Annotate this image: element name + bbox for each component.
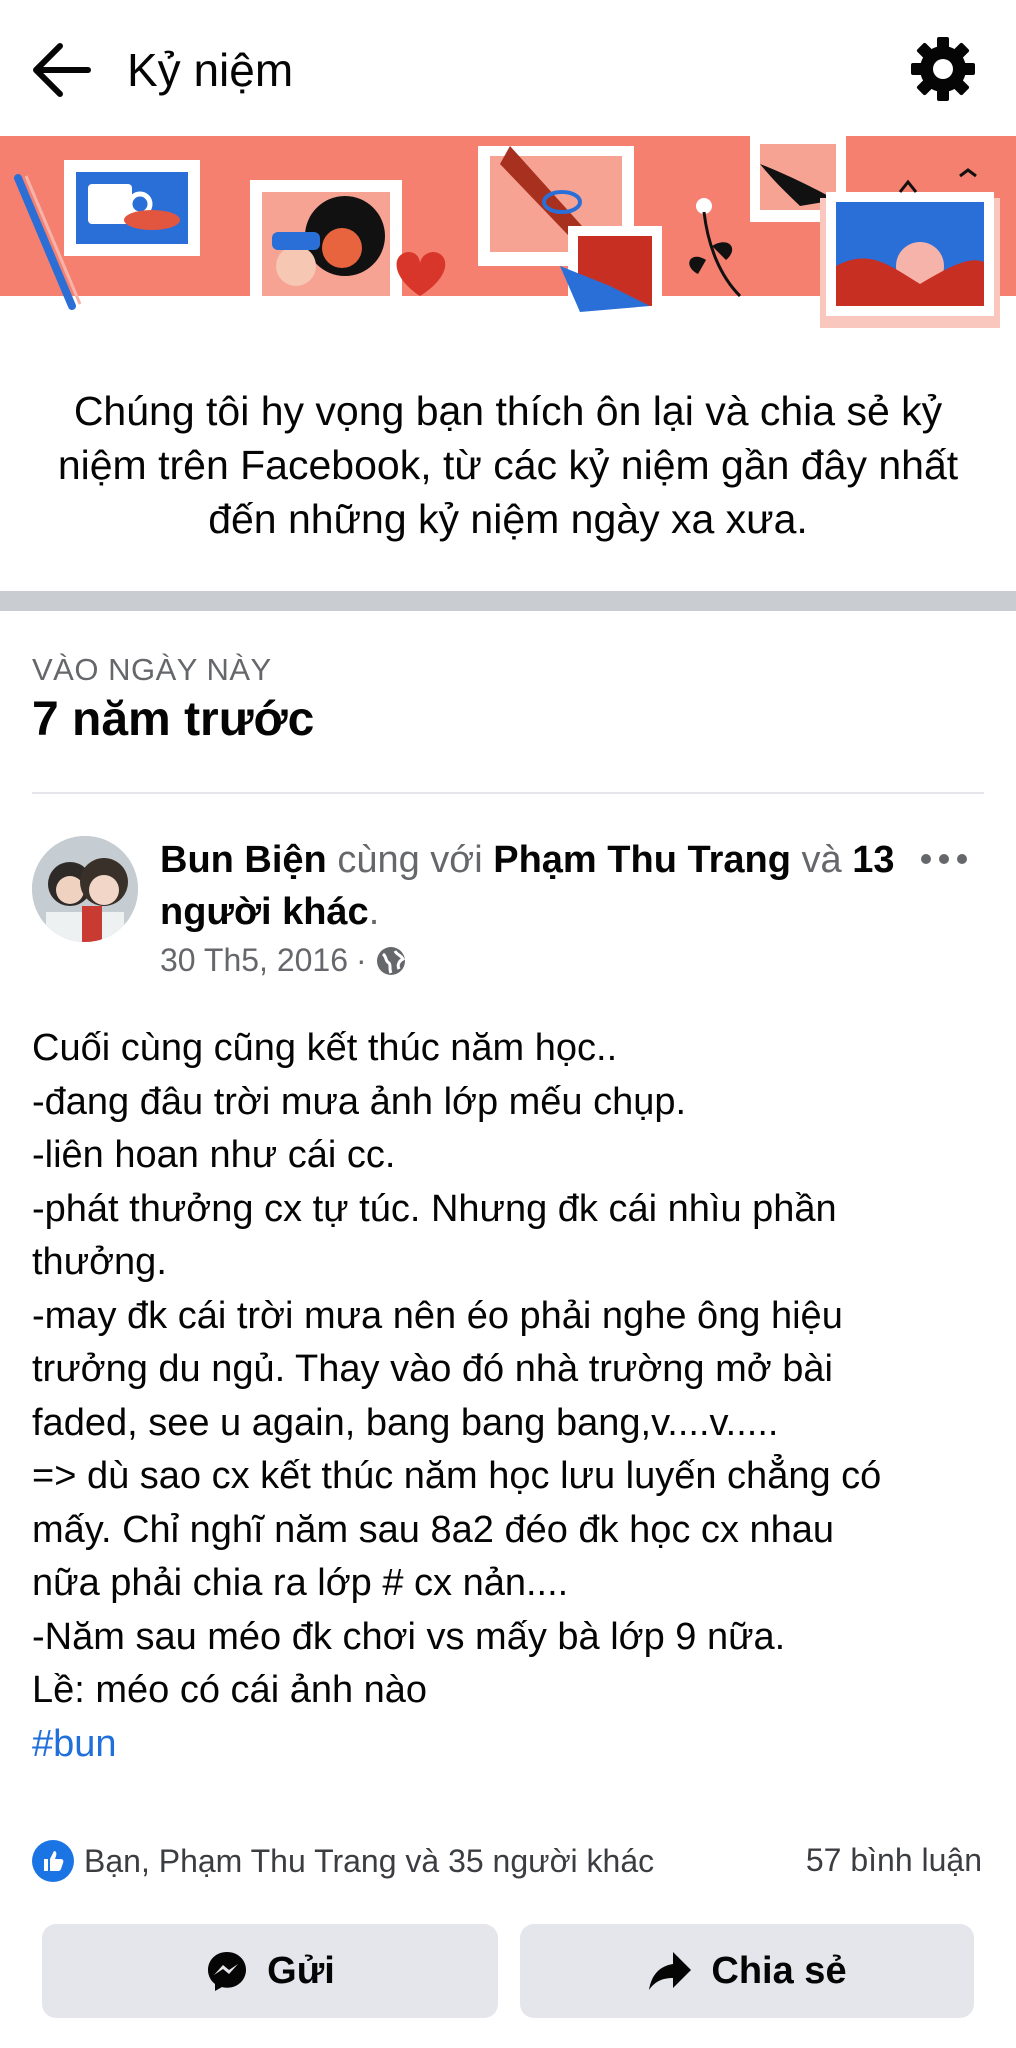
top-bar: Kỷ niệm: [0, 0, 1016, 136]
cup-photo: [64, 160, 200, 256]
post-meta: 30 Th5, 2016 ·: [160, 942, 407, 979]
author-name[interactable]: Bun Biện: [160, 839, 327, 881]
post-line: thưởng.: [32, 1241, 167, 1283]
post-line: -Năm sau méo đk chơi vs mấy bà lớp 9 nữa…: [32, 1615, 786, 1658]
share-label: Chia sẻ: [711, 1949, 847, 1992]
and-text: và: [801, 839, 842, 881]
post-line: -liên hoan như cái cc.: [32, 1134, 396, 1176]
post-date[interactable]: 30 Th5, 2016: [160, 942, 348, 979]
arrow-left-icon: [33, 43, 91, 97]
friends-photo: [250, 180, 402, 308]
back-button[interactable]: [30, 38, 94, 102]
more-options-button[interactable]: [918, 846, 970, 872]
more-dots-icon: [921, 854, 967, 864]
comments-count[interactable]: 57 bình luận: [806, 1842, 982, 1879]
post-line: trưởng du ngủ. Thay vào đó nhà trường mở…: [32, 1348, 833, 1390]
section-divider: [0, 591, 1016, 611]
post-line: faded, see u again, bang bang bang,v....…: [32, 1401, 779, 1444]
page-title: Kỷ niệm: [127, 44, 294, 96]
like-reaction-icon: [32, 1840, 74, 1882]
landscape-photo: [820, 168, 1000, 328]
messenger-icon: [208, 1952, 247, 1991]
memories-banner: [0, 136, 1016, 332]
period-text: .: [368, 891, 380, 933]
avatar[interactable]: [32, 836, 138, 942]
section-eyebrow: VÀO NGÀY NÀY: [32, 652, 272, 687]
send-label: Gửi: [267, 1949, 335, 1992]
memories-illustration: [0, 136, 1016, 332]
post-body: Cuối cùng cũng kết thúc năm học.. -đang …: [32, 1022, 992, 1771]
tagged-friend[interactable]: Phạm Thu Trang: [493, 839, 791, 881]
section-title: 7 năm trước: [32, 693, 315, 746]
reactions-summary[interactable]: Bạn, Phạm Thu Trang và 35 người khác: [32, 1836, 654, 1886]
post-line: Cuối cùng cũng kết thúc năm học..: [32, 1027, 618, 1069]
post-line: -phát thưởng cx tự túc. Nhưng đk cái nhì…: [32, 1187, 837, 1230]
avatar-photo: [32, 836, 138, 942]
post-line: Lề: méo có cái ảnh nào: [32, 1669, 428, 1711]
intro-text: Chúng tôi hy vọng bạn thích ôn lại và ch…: [57, 388, 959, 542]
hashtag-link[interactable]: #bun: [32, 1718, 992, 1772]
post-line: mấy. Chỉ nghĩ năm sau 8a2 đéo đk học cx …: [32, 1508, 835, 1551]
header-divider: [32, 792, 984, 794]
post-line: -may đk cái trời mưa nên éo phải nghe ôn…: [32, 1294, 843, 1337]
globe-icon: [376, 946, 405, 975]
post-line: nữa phải chia ra lớp # cx nản....: [32, 1562, 569, 1604]
send-button[interactable]: Gửi: [42, 1924, 498, 2018]
share-arrow-icon: [649, 1952, 692, 1990]
share-button[interactable]: Chia sẻ: [520, 1924, 974, 2018]
settings-button[interactable]: [910, 36, 976, 102]
reactions-text: Bạn, Phạm Thu Trang và 35 người khác: [84, 1842, 655, 1879]
post-header: Bun Biện cùng với Phạm Thu Trang và 13 n…: [160, 834, 900, 938]
post-line: => dù sao cx kết thúc năm học lưu luyến …: [32, 1455, 882, 1497]
meta-dot: ·: [356, 942, 367, 978]
post-line: -đang đâu trời mưa ảnh lớp mếu chụp.: [32, 1080, 687, 1123]
with-text: cùng với: [337, 839, 483, 881]
gear-icon: [911, 37, 975, 101]
